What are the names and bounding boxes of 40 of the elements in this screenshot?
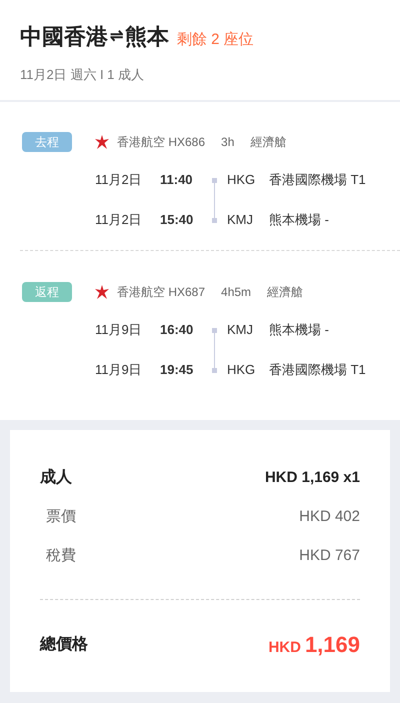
total-currency: HKD [268,638,301,658]
origin-city: 中國香港 [20,23,108,51]
flight-time: 16:40 [160,321,194,340]
total-amount: 1,169 [304,631,360,659]
fee-label: 票價 [46,507,76,527]
cabin-class: 經濟艙 [250,134,286,151]
trip-tag: 返程 [22,282,72,302]
flight-date: 11月2日 [95,171,143,190]
airline-logo-icon [94,134,110,150]
fee-amount: HKD 767 [299,546,360,566]
fee-label: 稅費 [46,546,76,566]
passenger-label: 成人 [40,468,72,488]
airport-name: 熊本機場 - [269,321,329,340]
flight-number: 香港航空 HX687 [117,284,206,301]
flight-date: 11月9日 [95,361,143,380]
flight-time: 19:45 [160,361,194,380]
airport-code: KMJ [227,211,254,230]
airport-name: 香港國際機場 T1 [269,171,366,190]
flight-number: 香港航空 HX686 [117,134,206,151]
airport-name: 香港國際機場 T1 [269,361,366,380]
airport-code: HKG [227,171,256,190]
passenger-total: HKD 1,169 x1 [264,468,360,488]
airport-code: KMJ [227,321,254,340]
flight-time: 15:40 [160,211,194,230]
flight-date: 11月9日 [95,321,143,340]
flight-date: 11月2日 [95,211,143,230]
flight-duration: 3h [221,134,234,151]
route-arrow: ⇌ [110,26,123,46]
airport-name: 熊本機場 - [269,211,329,230]
total-label: 總價格 [40,634,88,654]
seats-left: 剩餘 2 座位 [177,30,254,50]
cabin-class: 經濟艙 [267,284,304,301]
trip-tag: 去程 [22,132,72,152]
flight-time: 11:40 [160,171,194,190]
flight-duration: 4h5m [221,284,252,301]
trip-subtitle: 11月2日 週六 I 1 成人 [20,66,146,84]
destination-city: 熊本 [125,23,169,51]
airport-code: HKG [227,361,256,380]
fee-amount: HKD 402 [299,507,360,527]
airline-logo-icon [94,284,110,300]
